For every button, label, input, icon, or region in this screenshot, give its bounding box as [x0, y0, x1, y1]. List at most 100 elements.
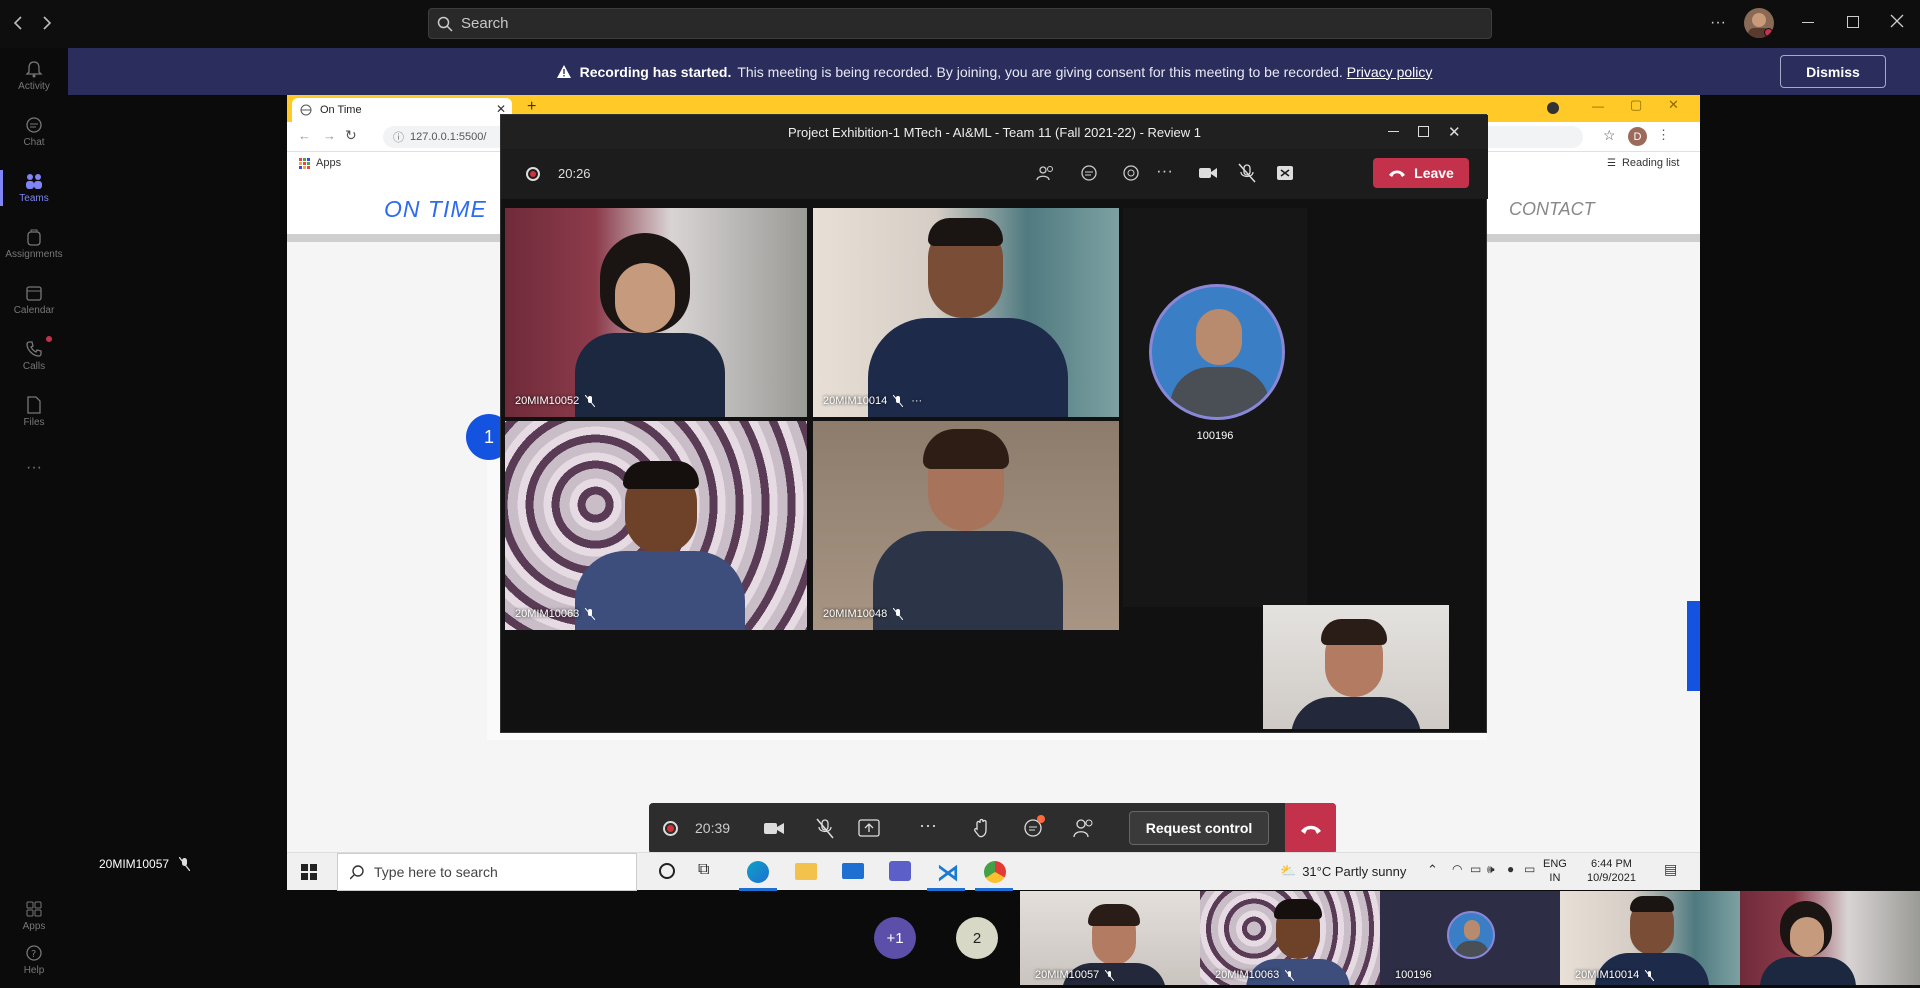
close-icon[interactable] [1890, 14, 1904, 28]
gallery-thumb[interactable]: 20MIM10014 [1560, 891, 1740, 985]
gallery-thumb[interactable]: 20MIM10063 [1200, 891, 1380, 985]
participant-name: 20MIM10052 [515, 395, 580, 407]
profile-avatar[interactable]: D [1628, 127, 1647, 146]
rail-item-activity[interactable]: Activity [0, 48, 68, 104]
hang-up-button[interactable] [1285, 803, 1336, 854]
browser-back-icon[interactable]: ← [298, 128, 311, 143]
meeting-timer: 20:26 [558, 166, 591, 181]
notifications-icon[interactable]: ▤ [1664, 861, 1677, 878]
reading-list[interactable]: ☰ Reading list [1607, 157, 1679, 169]
privacy-policy-link[interactable]: Privacy policy [1347, 64, 1433, 80]
hang-up-icon [1389, 170, 1406, 177]
volume-icon[interactable]: 🕪 [1487, 862, 1495, 877]
more-actions-icon[interactable]: ··· [1156, 161, 1173, 181]
nav-contact[interactable]: CONTACT [1509, 199, 1595, 220]
avatar[interactable] [1744, 8, 1774, 38]
site-logo[interactable]: ON TIME [384, 196, 487, 223]
participant-avatar [1149, 284, 1285, 420]
battery-icon[interactable]: ▭ [1524, 862, 1535, 876]
raise-hand-icon[interactable] [973, 817, 991, 839]
mic-off-icon[interactable] [816, 818, 834, 839]
bookmark-apps[interactable]: Apps [299, 157, 341, 169]
popout-minimize-icon[interactable] [1388, 131, 1399, 132]
search-placeholder: Search [461, 15, 509, 32]
weather-widget[interactable]: ⛅ 31°C Partly sunny [1280, 863, 1406, 879]
tab-search-icon[interactable] [1547, 102, 1559, 114]
vscode-icon[interactable]: ⋊ [937, 860, 959, 886]
camera-icon[interactable] [763, 820, 785, 836]
forward-arrow-icon[interactable] [40, 14, 54, 32]
windows-start-icon[interactable] [301, 864, 317, 880]
hang-up-icon [1300, 825, 1321, 834]
participant-avatar-tile[interactable]: 100196 [1123, 208, 1307, 607]
request-control-button[interactable]: Request control [1129, 811, 1269, 845]
clock[interactable]: 6:44 PM 10/9/2021 [1587, 857, 1636, 885]
more-actions-icon[interactable]: ··· [919, 815, 937, 836]
mic-off-icon [1645, 969, 1655, 981]
video-tile[interactable]: 20MIM10052 [505, 208, 807, 417]
browser-restore-icon[interactable]: ▢ [1630, 97, 1642, 113]
rail-item-help[interactable]: ? Help [0, 932, 68, 988]
chat-icon[interactable] [1079, 164, 1099, 182]
chrome-icon[interactable] [984, 861, 1006, 883]
more-options-icon[interactable]: ··· [911, 395, 922, 407]
camera-icon[interactable] [1198, 165, 1218, 181]
show-hidden-icons[interactable]: ⌃ [1427, 862, 1438, 878]
rail-item-calendar[interactable]: Calendar [0, 272, 68, 328]
more-options-icon[interactable]: ··· [1710, 14, 1726, 32]
dismiss-button[interactable]: Dismiss [1780, 55, 1886, 88]
raised-hands-count[interactable]: 2 [956, 917, 998, 959]
share-screen-icon[interactable] [858, 819, 880, 837]
participants-icon[interactable] [1073, 818, 1095, 838]
back-arrow-icon[interactable] [12, 14, 26, 32]
gallery-thumb[interactable]: 100196 [1380, 891, 1560, 985]
video-tile[interactable]: 20MIM10014 ··· [813, 208, 1119, 417]
leave-button[interactable]: Leave [1373, 158, 1469, 188]
file-explorer-icon[interactable] [795, 863, 817, 880]
search-input[interactable]: Search [428, 8, 1492, 39]
gallery-thumb[interactable]: 20MIM10057 [1020, 891, 1200, 985]
edge-icon[interactable] [747, 861, 769, 883]
stop-sharing-icon[interactable] [1276, 165, 1294, 181]
participants-icon[interactable] [1036, 164, 1056, 182]
cortana-icon[interactable] [659, 863, 675, 879]
browser-close-icon[interactable]: ✕ [1668, 97, 1679, 113]
gallery-thumb[interactable] [1740, 891, 1920, 985]
banner-title: Recording has started. [579, 63, 732, 80]
mic-off-icon[interactable] [1238, 163, 1256, 183]
rail-item-assignments[interactable]: Assignments [0, 216, 68, 272]
browser-minimize-icon[interactable]: — [1592, 99, 1604, 113]
file-icon [27, 396, 41, 414]
popout-restore-icon[interactable] [1418, 126, 1429, 137]
mic-tray-icon[interactable]: ● [1507, 862, 1514, 876]
browser-tab[interactable]: On Time ✕ [292, 98, 512, 122]
language-indicator[interactable]: ENG IN [1543, 857, 1567, 885]
side-accent [1687, 601, 1700, 691]
camera-tray-icon[interactable]: ▭ [1470, 862, 1481, 876]
network-icon[interactable]: ◠ [1452, 862, 1462, 876]
video-tile[interactable]: 20MIM10063 [505, 421, 807, 630]
rail-item-teams[interactable]: Teams [0, 160, 68, 216]
mail-icon[interactable] [842, 863, 864, 879]
self-preview-tile[interactable] [1263, 605, 1449, 729]
taskbar-search-input[interactable]: Type here to search [337, 853, 637, 891]
video-tile[interactable]: 20MIM10048 [813, 421, 1119, 630]
reload-icon[interactable]: ↻ [345, 127, 357, 144]
meeting-title: Project Exhibition-1 MTech - AI&ML - Tea… [787, 124, 1202, 140]
backpack-icon [27, 229, 41, 246]
task-view-icon[interactable]: ⧉ [698, 861, 709, 879]
rail-item-chat[interactable]: Chat [0, 104, 68, 160]
teams-app-icon[interactable] [889, 861, 911, 881]
popout-close-icon[interactable]: ✕ [1448, 123, 1461, 141]
minimize-icon[interactable] [1802, 22, 1814, 23]
breakout-rooms-icon[interactable] [1121, 164, 1141, 182]
rail-item-calls[interactable]: Calls [0, 328, 68, 384]
overflow-participants-button[interactable]: +1 [874, 917, 916, 959]
rail-item-files[interactable]: Files [0, 384, 68, 440]
more-apps-icon[interactable]: ··· [0, 440, 68, 496]
browser-forward-icon[interactable]: → [323, 128, 336, 143]
apps-icon [26, 901, 42, 917]
restore-icon[interactable] [1847, 16, 1859, 28]
bookmark-star-icon[interactable]: ☆ [1603, 127, 1616, 144]
browser-menu-icon[interactable]: ⋮ [1657, 127, 1670, 143]
